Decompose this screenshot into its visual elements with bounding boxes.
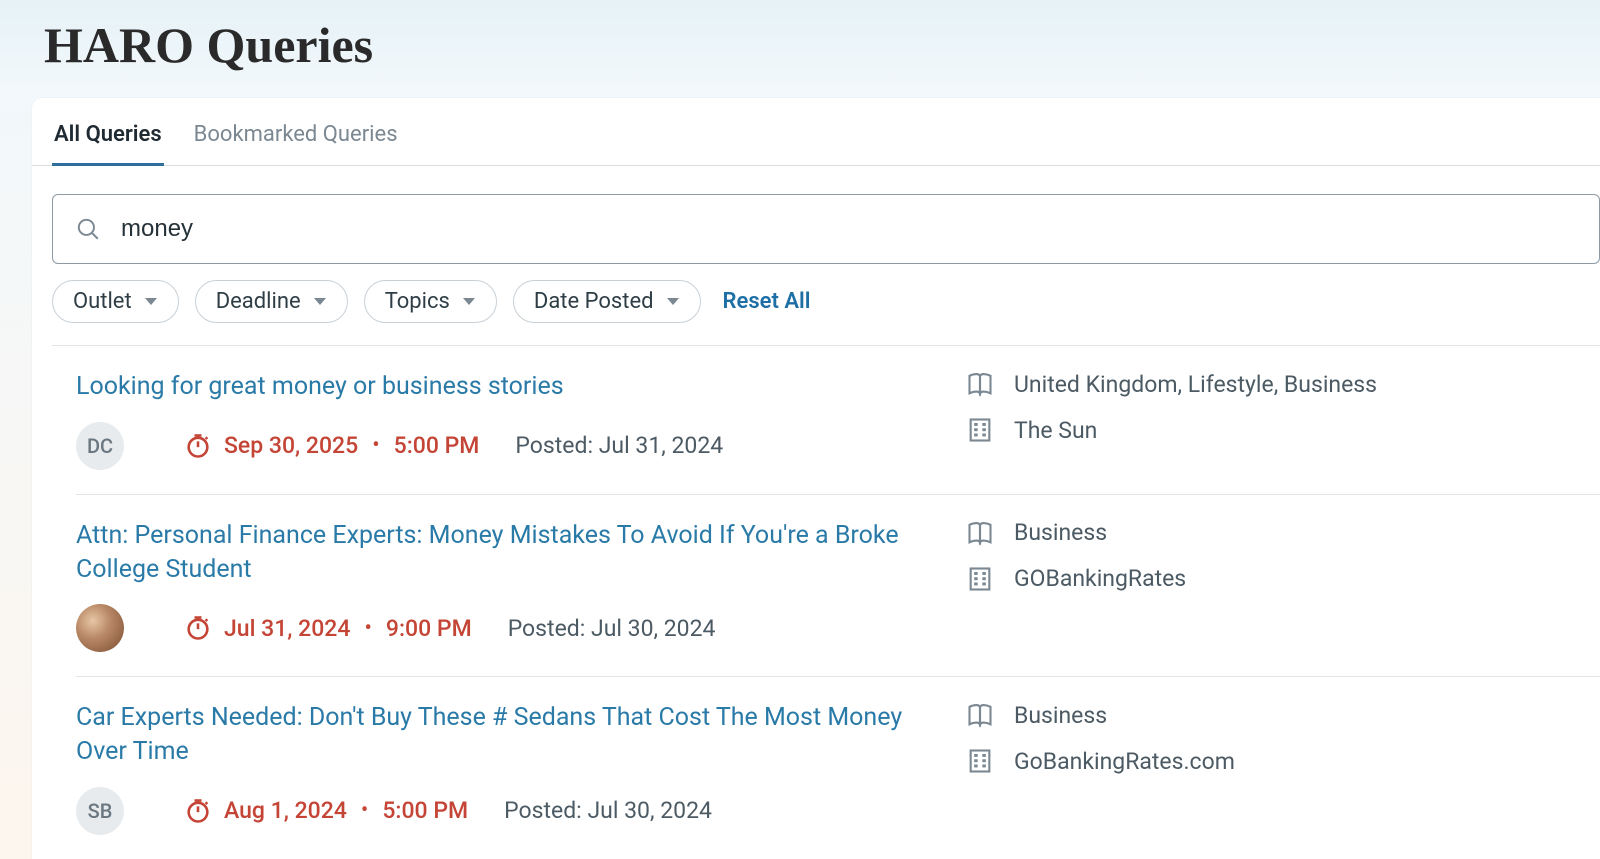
filter-outlet-label: Outlet [73, 289, 132, 314]
search-icon [75, 216, 101, 242]
building-icon [966, 747, 994, 775]
query-outlet: GoBankingRates.com [1014, 748, 1235, 775]
search-box[interactable] [52, 194, 1600, 264]
posted-label: Posted: Jul 30, 2024 [508, 615, 716, 642]
filters-row: Outlet Deadline Topics Date Posted Reset… [52, 280, 1600, 346]
caret-down-icon [313, 297, 327, 307]
avatar: DC [76, 422, 124, 470]
query-topics: United Kingdom, Lifestyle, Business [1014, 371, 1377, 398]
filter-deadline-label: Deadline [216, 289, 301, 314]
query-row: Looking for great money or business stor… [76, 346, 1600, 495]
query-row: Car Experts Needed: Don't Buy These # Se… [76, 677, 1600, 859]
deadline-date: Aug 1, 2024 [224, 797, 347, 824]
stopwatch-icon [184, 797, 212, 825]
book-icon [966, 370, 994, 398]
filter-topics-label: Topics [385, 289, 450, 314]
deadline-group: Sep 30, 2025 • 5:00 PM [184, 432, 479, 460]
search-input[interactable] [121, 215, 1577, 243]
stopwatch-icon [184, 432, 212, 460]
reset-all-link[interactable]: Reset All [723, 289, 811, 314]
deadline-group: Aug 1, 2024 • 5:00 PM [184, 797, 468, 825]
filter-outlet[interactable]: Outlet [52, 280, 179, 323]
avatar [76, 604, 124, 652]
deadline-time: 5:00 PM [382, 797, 468, 824]
tab-all-queries[interactable]: All Queries [52, 112, 164, 165]
caret-down-icon [666, 297, 680, 307]
filter-topics[interactable]: Topics [364, 280, 497, 323]
query-title-link[interactable]: Attn: Personal Finance Experts: Money Mi… [76, 521, 899, 584]
filter-date-posted[interactable]: Date Posted [513, 280, 701, 323]
building-icon [966, 416, 994, 444]
query-outlet: The Sun [1014, 417, 1097, 444]
deadline-date: Sep 30, 2025 [224, 432, 358, 459]
deadline-time: 9:00 PM [386, 615, 472, 642]
filter-deadline[interactable]: Deadline [195, 280, 348, 323]
book-icon [966, 701, 994, 729]
stopwatch-icon [184, 614, 212, 642]
query-outlet: GOBankingRates [1014, 565, 1186, 592]
page-title: HARO Queries [0, 0, 1600, 98]
dot-separator: • [362, 616, 373, 641]
caret-down-icon [462, 297, 476, 307]
query-title-link[interactable]: Car Experts Needed: Don't Buy These # Se… [76, 703, 902, 766]
dot-separator: • [370, 433, 381, 458]
tab-bookmarked-queries[interactable]: Bookmarked Queries [192, 112, 400, 165]
deadline-group: Jul 31, 2024 • 9:00 PM [184, 614, 472, 642]
filter-date-posted-label: Date Posted [534, 289, 654, 314]
building-icon [966, 565, 994, 593]
caret-down-icon [144, 297, 158, 307]
query-topics: Business [1014, 702, 1107, 729]
deadline-time: 5:00 PM [394, 432, 480, 459]
avatar: SB [76, 787, 124, 835]
dot-separator: • [359, 798, 370, 823]
book-icon [966, 519, 994, 547]
query-title-link[interactable]: Looking for great money or business stor… [76, 372, 564, 401]
query-topics: Business [1014, 519, 1107, 546]
posted-label: Posted: Jul 30, 2024 [504, 797, 712, 824]
tabs-bar: All Queries Bookmarked Queries [32, 112, 1600, 166]
content-panel: All Queries Bookmarked Queries Outlet De… [32, 98, 1600, 859]
posted-label: Posted: Jul 31, 2024 [515, 432, 723, 459]
query-row: Attn: Personal Finance Experts: Money Mi… [76, 495, 1600, 678]
deadline-date: Jul 31, 2024 [224, 615, 350, 642]
